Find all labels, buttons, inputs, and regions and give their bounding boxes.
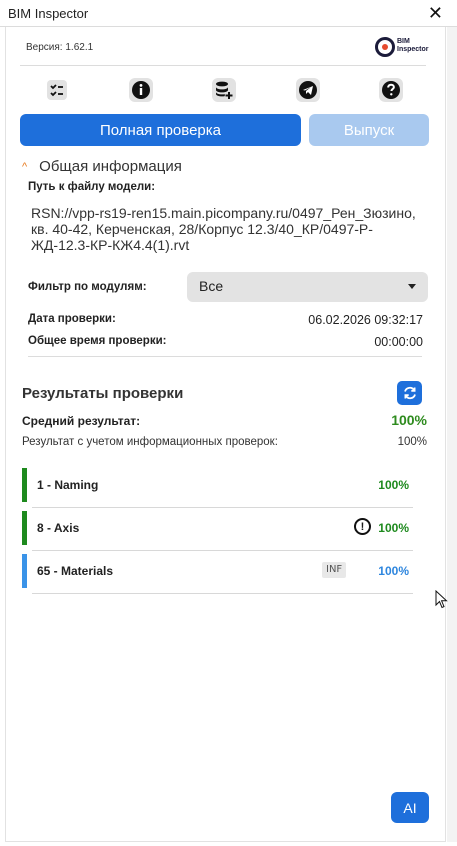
warning-icon[interactable]: ! — [354, 518, 371, 535]
row-divider — [32, 593, 413, 594]
inf-badge: INF — [322, 562, 347, 578]
general-info-title: Общая информация — [39, 158, 182, 175]
telegram-icon[interactable] — [296, 78, 320, 102]
version-number: 1.62.1 — [65, 42, 94, 53]
check-date-label: Дата проверки: — [28, 313, 116, 325]
release-button[interactable]: Выпуск — [309, 114, 429, 146]
window-title: BIM Inspector — [8, 6, 89, 21]
module-row-naming[interactable]: 1 - Naming 100% — [22, 468, 414, 508]
version-info: Версия: 1.62.1 — [26, 42, 93, 53]
model-path-label: Путь к файлу модели: — [28, 181, 156, 193]
inspector-panel — [5, 27, 446, 842]
model-path-value: RSN://vpp-rs19-ren15.main.picompany.ru/0… — [31, 205, 416, 253]
module-name: 65 - Materials — [37, 564, 114, 578]
module-status-bar — [22, 468, 27, 502]
module-status-bar — [22, 554, 27, 588]
total-time-value: 00:00:00 — [374, 335, 423, 349]
header-divider — [20, 65, 426, 66]
info-result-value: 100% — [397, 436, 427, 448]
bim-inspector-logo: BIM Inspector — [375, 36, 435, 60]
check-date-value: 06.02.2026 09:32:17 — [308, 313, 423, 327]
module-filter-value: Все — [199, 278, 224, 294]
help-icon[interactable] — [379, 78, 403, 102]
total-time-label: Общее время проверки: — [28, 335, 167, 347]
module-row-materials[interactable]: 65 - Materials INF 100% — [22, 554, 414, 594]
logo-text-line1: BIM — [397, 38, 410, 45]
version-label: Версия: — [26, 42, 63, 53]
module-status-bar — [22, 511, 27, 545]
ai-button[interactable]: AI — [391, 792, 429, 823]
row-divider — [32, 507, 413, 508]
checklist-icon[interactable] — [45, 78, 69, 102]
window-titlebar: BIM Inspector ✕ — [0, 0, 457, 27]
mouse-cursor-icon — [435, 590, 448, 609]
dropdown-arrow-icon — [408, 284, 416, 289]
database-add-icon[interactable] — [212, 78, 236, 102]
general-info-toggle[interactable]: ^ Общая информация — [22, 158, 182, 175]
module-percent: 100% — [378, 521, 409, 535]
close-icon[interactable]: ✕ — [428, 3, 443, 24]
full-check-button[interactable]: Полная проверка — [20, 114, 301, 146]
logo-mark-icon — [375, 37, 395, 57]
logo-text-line2: Inspector — [397, 46, 429, 53]
chevron-up-icon: ^ — [22, 160, 28, 173]
module-percent: 100% — [378, 564, 409, 578]
results-title: Результаты проверки — [22, 385, 184, 402]
scroll-gutter — [447, 27, 457, 842]
info-divider — [28, 356, 422, 357]
refresh-button[interactable] — [397, 381, 422, 405]
info-result-label: Результат с учетом информационных провер… — [22, 436, 278, 448]
row-divider — [32, 550, 413, 551]
module-name: 1 - Naming — [37, 478, 99, 492]
logo-text: BIM Inspector — [397, 38, 429, 54]
module-row-axis[interactable]: 8 - Axis ! 100% — [22, 511, 414, 551]
module-filter-select[interactable]: Все — [187, 272, 428, 302]
average-result-label: Средний результат: — [22, 414, 141, 428]
module-name: 8 - Axis — [37, 521, 80, 535]
refresh-icon — [403, 386, 416, 400]
module-percent: 100% — [378, 478, 409, 492]
module-filter-label: Фильтр по модулям: — [28, 281, 147, 293]
info-icon[interactable] — [129, 78, 153, 102]
average-result-value: 100% — [391, 412, 427, 428]
